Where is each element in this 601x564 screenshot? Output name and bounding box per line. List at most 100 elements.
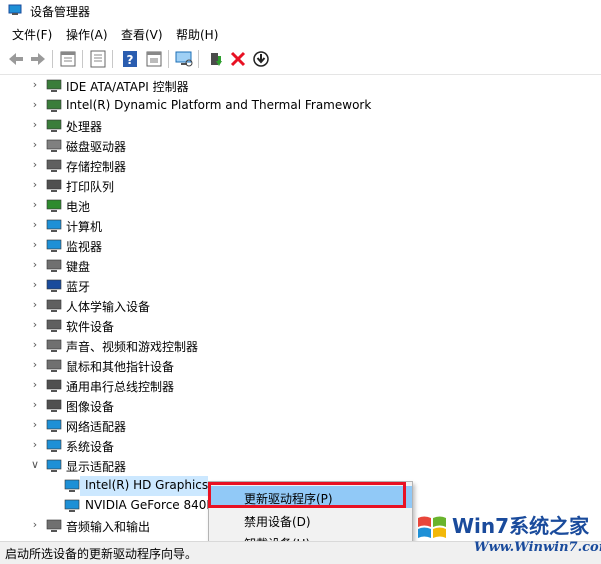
expand-chevron-icon[interactable]: › (30, 179, 40, 191)
category-node[interactable]: › 打印队列 (0, 176, 601, 196)
computer-icon (46, 219, 62, 232)
expand-chevron-icon[interactable]: › (30, 119, 40, 131)
category-node[interactable]: › 处理器 (0, 116, 601, 136)
display-adapter-icon (46, 459, 62, 472)
ide-controller-icon (46, 79, 62, 92)
imaging-device-icon (46, 399, 62, 412)
expand-chevron-icon[interactable]: › (30, 239, 40, 251)
category-node[interactable]: ∨ 显示适配器 (0, 456, 601, 476)
node-label: 通用串行总线控制器 (66, 380, 175, 394)
category-node[interactable]: › 网络适配器 (0, 416, 601, 436)
node-label: 软件设备 (66, 320, 115, 334)
svg-text:?: ? (127, 53, 134, 67)
node-label: 打印队列 (66, 180, 115, 194)
menu-view[interactable]: 查看(V) (121, 26, 163, 43)
category-node[interactable]: › 键盘 (0, 256, 601, 276)
action-icon[interactable] (144, 49, 164, 69)
expand-chevron-icon[interactable]: › (30, 399, 40, 411)
expand-chevron-icon[interactable]: › (30, 519, 40, 531)
expand-chevron-icon[interactable]: › (30, 99, 40, 111)
expand-chevron-icon[interactable]: › (30, 319, 40, 331)
node-label: 网络适配器 (66, 420, 127, 434)
watermark: Win7系统之家 Www.Winwin7.com (412, 504, 601, 563)
expand-chevron-icon[interactable]: › (30, 199, 40, 211)
device-tree: › IDE ATA/ATAPI 控制器 › Intel(R) Dynamic Plat… (0, 75, 601, 540)
window-title: 设备管理器 (30, 5, 91, 19)
expand-chevron-icon[interactable]: › (30, 139, 40, 151)
network-adapter-icon (46, 419, 62, 432)
expand-chevron-icon[interactable]: › (30, 159, 40, 171)
category-node[interactable]: › 通用串行总线控制器 (0, 376, 601, 396)
view-icon[interactable] (88, 49, 108, 69)
category-node[interactable]: › 软件设备 (0, 316, 601, 336)
expand-chevron-icon[interactable]: › (30, 359, 40, 371)
watermark-url: Www.Winwin7.com (474, 540, 601, 555)
node-label: Intel(R) Dynamic Platform and Thermal Fr… (66, 98, 372, 112)
expand-chevron-icon[interactable]: › (30, 419, 40, 431)
node-label: 键盘 (66, 260, 91, 274)
disk-drive-icon (46, 139, 62, 152)
disable-device-menu-item[interactable]: 禁用设备(D) (209, 509, 412, 531)
collapse-chevron-icon[interactable]: ∨ (30, 459, 40, 471)
display-adapter-icon (64, 479, 80, 492)
scan-hardware-icon[interactable] (174, 49, 194, 69)
menu-file[interactable]: 文件(F) (12, 26, 52, 43)
status-text: 启动所选设备的更新驱动程序向导。 (5, 547, 198, 561)
category-node[interactable]: › 系统设备 (0, 436, 601, 456)
node-label: 图像设备 (66, 400, 115, 414)
expand-chevron-icon[interactable]: › (30, 339, 40, 351)
watermark-brand: Win7系统之家 (452, 514, 590, 538)
toolbar-separator (52, 50, 53, 68)
node-label: Intel(R) HD Graphics (85, 478, 209, 492)
category-node[interactable]: › 存储控制器 (0, 156, 601, 176)
category-node[interactable]: › 监视器 (0, 236, 601, 256)
audio-io-icon (46, 519, 62, 532)
node-label: 鼠标和其他指针设备 (66, 360, 175, 374)
category-node[interactable]: › 人体学输入设备 (0, 296, 601, 316)
sound-icon (46, 339, 62, 352)
category-node[interactable]: › IDE ATA/ATAPI 控制器 (0, 76, 601, 96)
keyboard-icon (46, 259, 62, 272)
expand-chevron-icon[interactable]: › (30, 299, 40, 311)
node-label: 监视器 (66, 240, 103, 254)
category-node[interactable]: › 图像设备 (0, 396, 601, 416)
category-node[interactable]: › 蓝牙 (0, 276, 601, 296)
expand-chevron-icon[interactable]: › (30, 279, 40, 291)
category-node[interactable]: › 鼠标和其他指针设备 (0, 356, 601, 376)
node-label: 音频输入和输出 (66, 520, 151, 534)
node-label: 人体学输入设备 (66, 300, 151, 314)
uninstall-icon[interactable] (228, 49, 248, 69)
node-label: 蓝牙 (66, 280, 91, 294)
display-adapter-icon (64, 499, 80, 512)
category-node[interactable]: › 电池 (0, 196, 601, 216)
expand-chevron-icon[interactable]: › (30, 439, 40, 451)
node-label: 存储控制器 (66, 160, 127, 174)
forward-arrow-icon[interactable] (28, 49, 48, 69)
download-icon[interactable] (251, 49, 271, 69)
node-label: 计算机 (66, 220, 103, 234)
back-arrow-icon[interactable] (6, 49, 26, 69)
category-node[interactable]: › Intel(R) Dynamic Platform and Thermal F… (0, 96, 601, 116)
bluetooth-icon (46, 279, 62, 292)
help-icon[interactable]: ? (120, 49, 140, 69)
toolbar: ? (0, 44, 601, 75)
update-driver-icon[interactable] (206, 49, 226, 69)
device-manager-icon (8, 4, 22, 15)
usb-icon (46, 379, 62, 392)
toolbar-separator (82, 50, 83, 68)
menu-help[interactable]: 帮助(H) (176, 26, 218, 43)
toolbar-separator (168, 50, 169, 68)
properties-icon[interactable] (58, 49, 78, 69)
node-label: IDE ATA/ATAPI 控制器 (66, 80, 189, 94)
menu-action[interactable]: 操作(A) (66, 26, 108, 43)
category-node[interactable]: › 计算机 (0, 216, 601, 236)
category-node[interactable]: › 声音、视频和游戏控制器 (0, 336, 601, 356)
expand-chevron-icon[interactable]: › (30, 379, 40, 391)
expand-chevron-icon[interactable]: › (30, 79, 40, 91)
category-node[interactable]: › 磁盘驱动器 (0, 136, 601, 156)
expand-chevron-icon[interactable]: › (30, 219, 40, 231)
expand-chevron-icon[interactable]: › (30, 259, 40, 271)
battery-icon (46, 199, 62, 212)
title-bar: 设备管理器 (0, 0, 601, 22)
node-label: 磁盘驱动器 (66, 140, 127, 154)
